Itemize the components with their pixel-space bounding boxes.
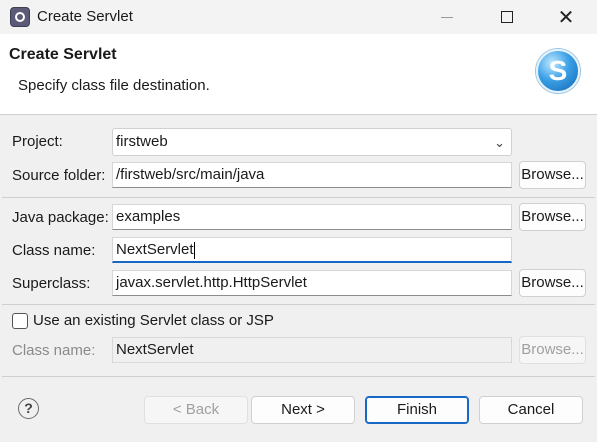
minimize-button[interactable] bbox=[424, 0, 470, 34]
class-name-field[interactable]: NextServlet bbox=[112, 237, 512, 263]
wizard-banner: Create Servlet Specify class file destin… bbox=[0, 34, 597, 115]
source-folder-label: Source folder: bbox=[12, 167, 106, 184]
finish-button[interactable]: Finish bbox=[365, 396, 469, 424]
next-button[interactable]: Next > bbox=[251, 396, 355, 424]
maximize-button[interactable] bbox=[484, 0, 530, 34]
superclass-field[interactable]: javax.servlet.http.HttpServlet bbox=[112, 270, 512, 296]
class-name-label: Class name: bbox=[12, 242, 96, 259]
maximize-icon bbox=[501, 11, 513, 23]
help-icon[interactable]: ? bbox=[18, 398, 39, 419]
java-package-field[interactable]: examples bbox=[112, 204, 512, 230]
minimize-icon bbox=[441, 16, 453, 18]
project-select[interactable]: firstweb ⌄ bbox=[112, 128, 512, 156]
text-cursor bbox=[193, 241, 195, 259]
chevron-down-icon: ⌄ bbox=[494, 135, 505, 150]
use-existing-checkbox[interactable] bbox=[12, 313, 28, 329]
banner-title: Create Servlet bbox=[9, 46, 117, 63]
project-label: Project: bbox=[12, 133, 63, 150]
project-value: firstweb bbox=[116, 133, 168, 150]
banner-description: Specify class file destination. bbox=[18, 77, 210, 94]
existing-class-name-field[interactable]: NextServlet bbox=[112, 337, 512, 363]
close-button[interactable]: ✕ bbox=[543, 0, 589, 34]
source-folder-field[interactable]: /firstweb/src/main/java bbox=[112, 162, 512, 188]
eclipse-icon bbox=[10, 7, 30, 27]
window-title: Create Servlet bbox=[37, 8, 133, 25]
java-package-label: Java package: bbox=[12, 209, 109, 226]
back-button[interactable]: < Back bbox=[144, 396, 248, 424]
separator bbox=[2, 197, 595, 198]
java-package-browse-button[interactable]: Browse... bbox=[519, 203, 586, 231]
superclass-label: Superclass: bbox=[12, 275, 91, 292]
superclass-browse-button[interactable]: Browse... bbox=[519, 269, 586, 297]
source-folder-browse-button[interactable]: Browse... bbox=[519, 161, 586, 189]
class-name-value: NextServlet bbox=[116, 241, 194, 258]
separator bbox=[2, 376, 595, 377]
title-bar: Create Servlet ✕ bbox=[0, 0, 597, 34]
servlet-logo-icon: S bbox=[536, 49, 580, 93]
existing-class-name-label: Class name: bbox=[12, 342, 96, 359]
use-existing-label[interactable]: Use an existing Servlet class or JSP bbox=[33, 312, 274, 329]
cancel-button[interactable]: Cancel bbox=[479, 396, 583, 424]
separator bbox=[2, 304, 595, 305]
existing-class-browse-button[interactable]: Browse... bbox=[519, 336, 586, 364]
